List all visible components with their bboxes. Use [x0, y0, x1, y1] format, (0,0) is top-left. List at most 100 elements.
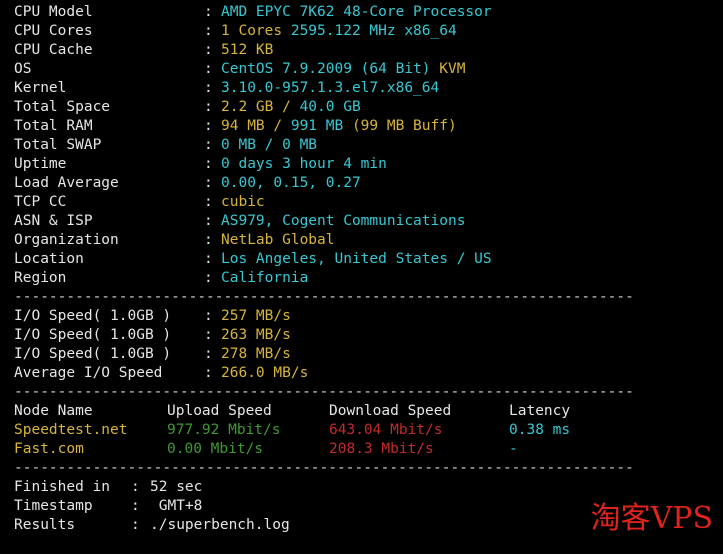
speedtest-row: Fast.com 0.00 Mbit/s 208.3 Mbit/s - — [0, 440, 723, 459]
sysinfo-row: ASN & ISP: AS979, Cogent Communications — [0, 212, 723, 231]
io-value: 263 MB/s — [221, 327, 291, 343]
sysinfo-key: Uptime — [14, 156, 67, 172]
speedtest-node: Speedtest.net — [14, 422, 128, 438]
sysinfo-value: Los Angeles, United States / US — [221, 250, 492, 269]
io-row: I/O Speed( 1.0GB ):257 MB/s — [0, 307, 723, 326]
sysinfo-value: 2.2 GB / 40.0 GB — [221, 98, 361, 117]
sysinfo-value: CentOS 7.9.2009 (64 Bit) KVM — [221, 60, 465, 79]
sysinfo-value: 0 MB / 0 MB — [221, 136, 317, 155]
sysinfo-value-part: 2595.122 MHz x86_64 — [290, 23, 457, 39]
speedtest-latency: - — [509, 441, 518, 457]
sysinfo-colon: : — [204, 156, 213, 172]
sysinfo-value: AS979, Cogent Communications — [221, 212, 465, 231]
sysinfo-key: CPU Cores — [14, 23, 93, 39]
sysinfo-value: 0.00, 0.15, 0.27 — [221, 174, 361, 193]
io-key: I/O Speed( 1.0GB ) — [14, 308, 172, 324]
footer-value: GMT+8 — [150, 498, 203, 514]
sysinfo-key: Load Average — [14, 175, 119, 191]
sysinfo-value-part: (99 MB Buff) — [351, 118, 457, 134]
separator-line: ----------------------------------------… — [0, 383, 723, 402]
separator-text: ----------------------------------------… — [14, 289, 634, 305]
speedtest-download: 208.3 Mbit/s — [329, 441, 434, 457]
sysinfo-key: Region — [14, 270, 67, 286]
sysinfo-colon: : — [204, 232, 213, 248]
sysinfo-colon: : — [204, 42, 213, 58]
sysinfo-value-part: 3.10.0-957.1.3.el7.x86_64 — [221, 80, 440, 96]
sysinfo-value-part: 2.2 GB / — [221, 99, 300, 115]
io-value: 257 MB/s — [221, 308, 291, 324]
separator-line: ----------------------------------------… — [0, 288, 723, 307]
sysinfo-colon: : — [204, 61, 213, 77]
sysinfo-colon: : — [204, 4, 213, 20]
speedtest-latency: 0.38 ms — [509, 422, 571, 438]
sysinfo-value-part: AMD EPYC 7K62 48-Core Processor — [221, 4, 492, 20]
footer-colon: : — [131, 498, 140, 514]
sysinfo-colon: : — [204, 23, 213, 39]
sysinfo-value-part: KVM — [439, 61, 466, 77]
header-upload-speed: Upload Speed — [167, 403, 272, 419]
speedtest-node: Fast.com — [14, 441, 84, 457]
sysinfo-value-part: 1 Cores — [221, 23, 291, 39]
sysinfo-colon: : — [204, 194, 213, 210]
footer-row: Finished in:52 sec — [0, 478, 723, 497]
footer-key: Timestamp — [14, 498, 93, 514]
separator-text: ----------------------------------------… — [14, 460, 634, 476]
io-colon: : — [204, 365, 213, 381]
sysinfo-colon: : — [204, 175, 213, 191]
separator-text: ----------------------------------------… — [14, 384, 634, 400]
header-download-speed: Download Speed — [329, 403, 452, 419]
sysinfo-value-part: 94 MB / — [221, 118, 291, 134]
sysinfo-key: Total Space — [14, 99, 111, 115]
sysinfo-colon: : — [204, 213, 213, 229]
io-colon: : — [204, 346, 213, 362]
sysinfo-key: TCP CC — [14, 194, 67, 210]
footer-value: ./superbench.log — [150, 517, 290, 533]
header-node-name: Node Name — [14, 403, 93, 419]
watermark: 淘客VPS — [590, 501, 713, 536]
footer-key: Finished in — [14, 479, 111, 495]
sysinfo-value-part: 991 MB — [290, 118, 352, 134]
io-key: Average I/O Speed — [14, 365, 163, 381]
sysinfo-row: TCP CC: cubic — [0, 193, 723, 212]
sysinfo-key: Organization — [14, 232, 119, 248]
sysinfo-row: Total SWAP:0 MB / 0 MB — [0, 136, 723, 155]
sysinfo-key: Total SWAP — [14, 137, 102, 153]
sysinfo-row: Load Average:0.00, 0.15, 0.27 — [0, 174, 723, 193]
sysinfo-value: California — [221, 269, 308, 288]
io-value: 266.0 MB/s — [221, 365, 309, 381]
sysinfo-value-part: AS979, Cogent Communications — [221, 213, 466, 229]
sysinfo-value-part: 40.0 GB — [299, 99, 361, 115]
sysinfo-value: 0 days 3 hour 4 min — [221, 155, 387, 174]
sysinfo-colon: : — [204, 270, 213, 286]
sysinfo-value: 512 KB — [221, 41, 273, 60]
sysinfo-colon: : — [204, 118, 213, 134]
sysinfo-value: cubic — [221, 193, 265, 212]
sysinfo-key: CPU Model — [14, 4, 93, 20]
footer-colon: : — [131, 479, 140, 495]
io-row: I/O Speed( 1.0GB ):278 MB/s — [0, 345, 723, 364]
sysinfo-value: 94 MB / 991 MB (99 MB Buff) — [221, 117, 457, 136]
io-colon: : — [204, 327, 213, 343]
sysinfo-value-part: 0 days 3 hour 4 min — [221, 156, 387, 172]
sysinfo-key: ASN & ISP — [14, 213, 93, 229]
speedtest-download: 643.04 Mbit/s — [329, 422, 443, 438]
footer-colon: : — [131, 517, 140, 533]
sysinfo-value-part: cubic — [221, 194, 265, 210]
sysinfo-value: 1 Cores 2595.122 MHz x86_64 — [221, 22, 457, 41]
sysinfo-row: Kernel:3.10.0-957.1.3.el7.x86_64 — [0, 79, 723, 98]
io-value: 278 MB/s — [221, 346, 291, 362]
sysinfo-row: Total Space:2.2 GB / 40.0 GB — [0, 98, 723, 117]
sysinfo-colon: : — [204, 137, 213, 153]
sysinfo-key: Total RAM — [14, 118, 93, 134]
speedtest-row: Speedtest.net 977.92 Mbit/s 643.04 Mbit/s 0… — [0, 421, 723, 440]
sysinfo-row: Region: California — [0, 269, 723, 288]
sysinfo-row: OS: CentOS 7.9.2009 (64 Bit) KVM — [0, 60, 723, 79]
sysinfo-row: Total RAM:94 MB / 991 MB (99 MB Buff) — [0, 117, 723, 136]
sysinfo-key: Location — [14, 251, 84, 267]
sysinfo-key: CPU Cache — [14, 42, 93, 58]
sysinfo-value-part: 0 MB / 0 MB — [221, 137, 318, 153]
speedtest-header-row: Node Name Upload Speed Download Speed Laten… — [0, 402, 723, 421]
sysinfo-value-part: NetLab Global — [221, 232, 335, 248]
sysinfo-value: NetLab Global — [221, 231, 335, 250]
sysinfo-row: CPU Model: AMD EPYC 7K62 48-Core Processo… — [0, 3, 723, 22]
